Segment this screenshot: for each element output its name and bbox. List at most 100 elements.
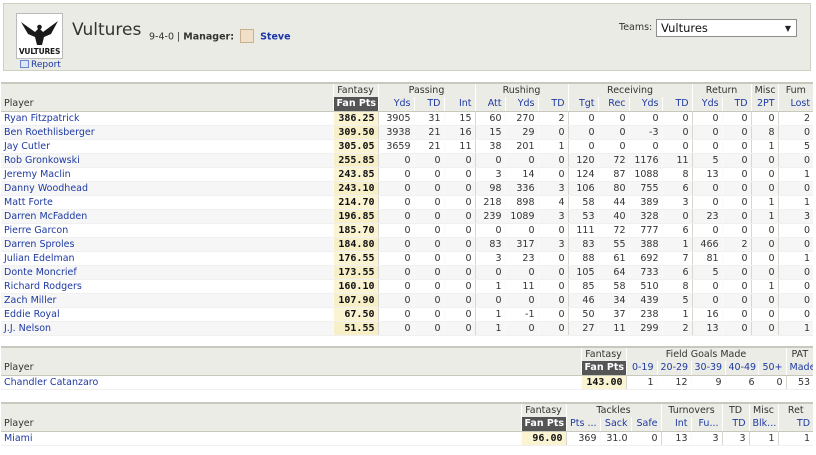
player-name-link[interactable]: Miami <box>1 431 521 446</box>
player-name-link[interactable]: Matt Forte <box>1 195 333 210</box>
stat-cell: 0 <box>777 153 814 168</box>
stat-cell: 0 <box>443 307 476 322</box>
player-name-link[interactable]: Richard Rodgers <box>1 279 333 294</box>
col-misc-2pt[interactable]: 2PT <box>750 97 779 112</box>
vulture-icon <box>21 21 58 45</box>
stat-cell: 21 <box>413 139 444 154</box>
col-pass-yds[interactable]: Yds <box>377 97 414 112</box>
player-name-link[interactable]: Ben Roethlisberger <box>1 125 333 140</box>
col-pat-made[interactable]: Made <box>785 361 814 376</box>
stat-cell: 23 <box>691 209 723 224</box>
stat-cell: 0 <box>777 181 814 196</box>
group-turnovers: Turnovers <box>660 402 723 417</box>
report-link[interactable]: Report <box>20 59 61 70</box>
stat-cell: 1 <box>750 209 779 224</box>
player-name-link[interactable]: Julian Edelman <box>1 251 333 266</box>
group-td: TD <box>721 402 750 417</box>
col-player[interactable]: Player <box>1 417 521 432</box>
stat-cell: 0 <box>504 265 539 280</box>
col-rush-td[interactable]: TD <box>537 97 569 112</box>
col-fg-40-49[interactable]: 40-49 <box>724 361 758 376</box>
manager-link[interactable]: Steve <box>260 32 290 43</box>
team-info: 9-4-0 | Manager: Steve <box>149 29 291 44</box>
stat-cell: 106 <box>567 181 599 196</box>
col-rec-rec[interactable]: Rec <box>597 97 630 112</box>
player-name-link[interactable]: Danny Woodhead <box>1 181 333 196</box>
player-name-link[interactable]: Darren McFadden <box>1 209 333 224</box>
col-fan-pts[interactable]: Fan Pts <box>332 97 378 112</box>
stat-cell: 15 <box>474 125 506 140</box>
player-name-link[interactable]: Chandler Catanzaro <box>1 375 581 390</box>
table-row: Darren McFadden 196.85 0 0 0 239 1089 3 53 40 328 0… <box>1 209 814 224</box>
player-name-link[interactable]: Zach Miller <box>1 293 333 308</box>
player-name-link[interactable]: Ryan Fitzpatrick <box>1 111 333 126</box>
stat-cell: 0 <box>750 251 779 266</box>
stat-cell: 0 <box>661 111 693 126</box>
col-fum-lost[interactable]: Lost <box>777 97 814 112</box>
col-rush-att[interactable]: Att <box>474 97 506 112</box>
col-fg-0-19[interactable]: 0-19 <box>625 361 657 376</box>
col-fg-20-29[interactable]: 20-29 <box>656 361 691 376</box>
stat-cell: 0 <box>443 181 476 196</box>
col-ret-td[interactable]: TD <box>777 417 814 432</box>
player-name-link[interactable]: Jay Cutler <box>1 139 333 154</box>
col-fg-50-plus[interactable]: 50+ <box>757 361 787 376</box>
table-row: Chandler Catanzaro 143.00 1 12 9 6 0 53 <box>1 375 814 390</box>
col-pass-int[interactable]: Int <box>443 97 476 112</box>
player-name-link[interactable]: Jeremy Maclin <box>1 167 333 182</box>
stat-cell: 0 <box>413 209 444 224</box>
col-fumble[interactable]: Fu... <box>690 417 723 432</box>
player-name-link[interactable]: Darren Sproles <box>1 237 333 252</box>
col-player[interactable]: Player <box>1 97 333 112</box>
table-row: Donte Moncrief 173.55 0 0 0 0 0 0 105 64 733 6 5 0 0 0 <box>1 265 814 280</box>
col-pass-td[interactable]: TD <box>413 97 444 112</box>
stat-cell: 0 <box>413 293 444 308</box>
col-player[interactable]: Player <box>1 361 581 376</box>
player-name-link[interactable]: J.J. Nelson <box>1 321 333 336</box>
stat-cell: 201 <box>504 139 539 154</box>
stat-cell: 0 <box>750 265 779 280</box>
col-sack[interactable]: Sack <box>599 417 631 432</box>
col-rush-yds[interactable]: Yds <box>504 97 539 112</box>
col-ret-td[interactable]: TD <box>721 97 752 112</box>
stat-cell: 11 <box>597 321 630 336</box>
stat-cell: 0 <box>691 293 723 308</box>
stat-cell: 0 <box>413 237 444 252</box>
player-name-link[interactable]: Eddie Royal <box>1 307 333 322</box>
col-pts-allowed[interactable]: Pts ... <box>565 417 600 432</box>
stat-cell: 0 <box>757 375 787 390</box>
stat-cell: 13 <box>691 321 723 336</box>
col-td[interactable]: TD <box>721 417 750 432</box>
stat-cell: 0 <box>750 167 779 182</box>
stat-cell: 13 <box>660 431 692 446</box>
col-rec-yds[interactable]: Yds <box>628 97 663 112</box>
col-int[interactable]: Int <box>660 417 692 432</box>
player-name-link[interactable]: Donte Moncrief <box>1 265 333 280</box>
stat-cell: 3 <box>661 195 693 210</box>
stat-cell: 0 <box>691 139 723 154</box>
col-fan-pts[interactable]: Fan Pts <box>580 361 626 376</box>
player-name-link[interactable]: Rob Gronkowski <box>1 153 333 168</box>
stat-cell: 27 <box>567 321 599 336</box>
col-rec-tgt[interactable]: Tgt <box>567 97 599 112</box>
stat-cell: 16 <box>443 125 476 140</box>
stat-cell: 31 <box>413 111 444 126</box>
col-safety[interactable]: Safe <box>630 417 662 432</box>
player-name-link[interactable]: Pierre Garcon <box>1 223 333 238</box>
stat-cell: 0 <box>691 195 723 210</box>
fan-pts-cell: 96.00 <box>520 431 566 446</box>
stat-cell: 83 <box>567 237 599 252</box>
col-blocked[interactable]: Blk... <box>748 417 779 432</box>
col-rec-td[interactable]: TD <box>661 97 693 112</box>
stat-cell: 0 <box>721 167 752 182</box>
stat-cell: 238 <box>628 307 663 322</box>
stat-cell: 3 <box>777 209 814 224</box>
stat-cell: 11 <box>443 139 476 154</box>
col-ret-yds[interactable]: Yds <box>691 97 723 112</box>
stat-cell: 0 <box>691 111 723 126</box>
stat-cell: 1 <box>537 139 569 154</box>
col-fg-30-39[interactable]: 30-39 <box>690 361 725 376</box>
teams-select[interactable]: Vultures ▼ <box>656 19 797 37</box>
stat-cell: 98 <box>474 181 506 196</box>
col-fan-pts[interactable]: Fan Pts <box>520 417 566 432</box>
